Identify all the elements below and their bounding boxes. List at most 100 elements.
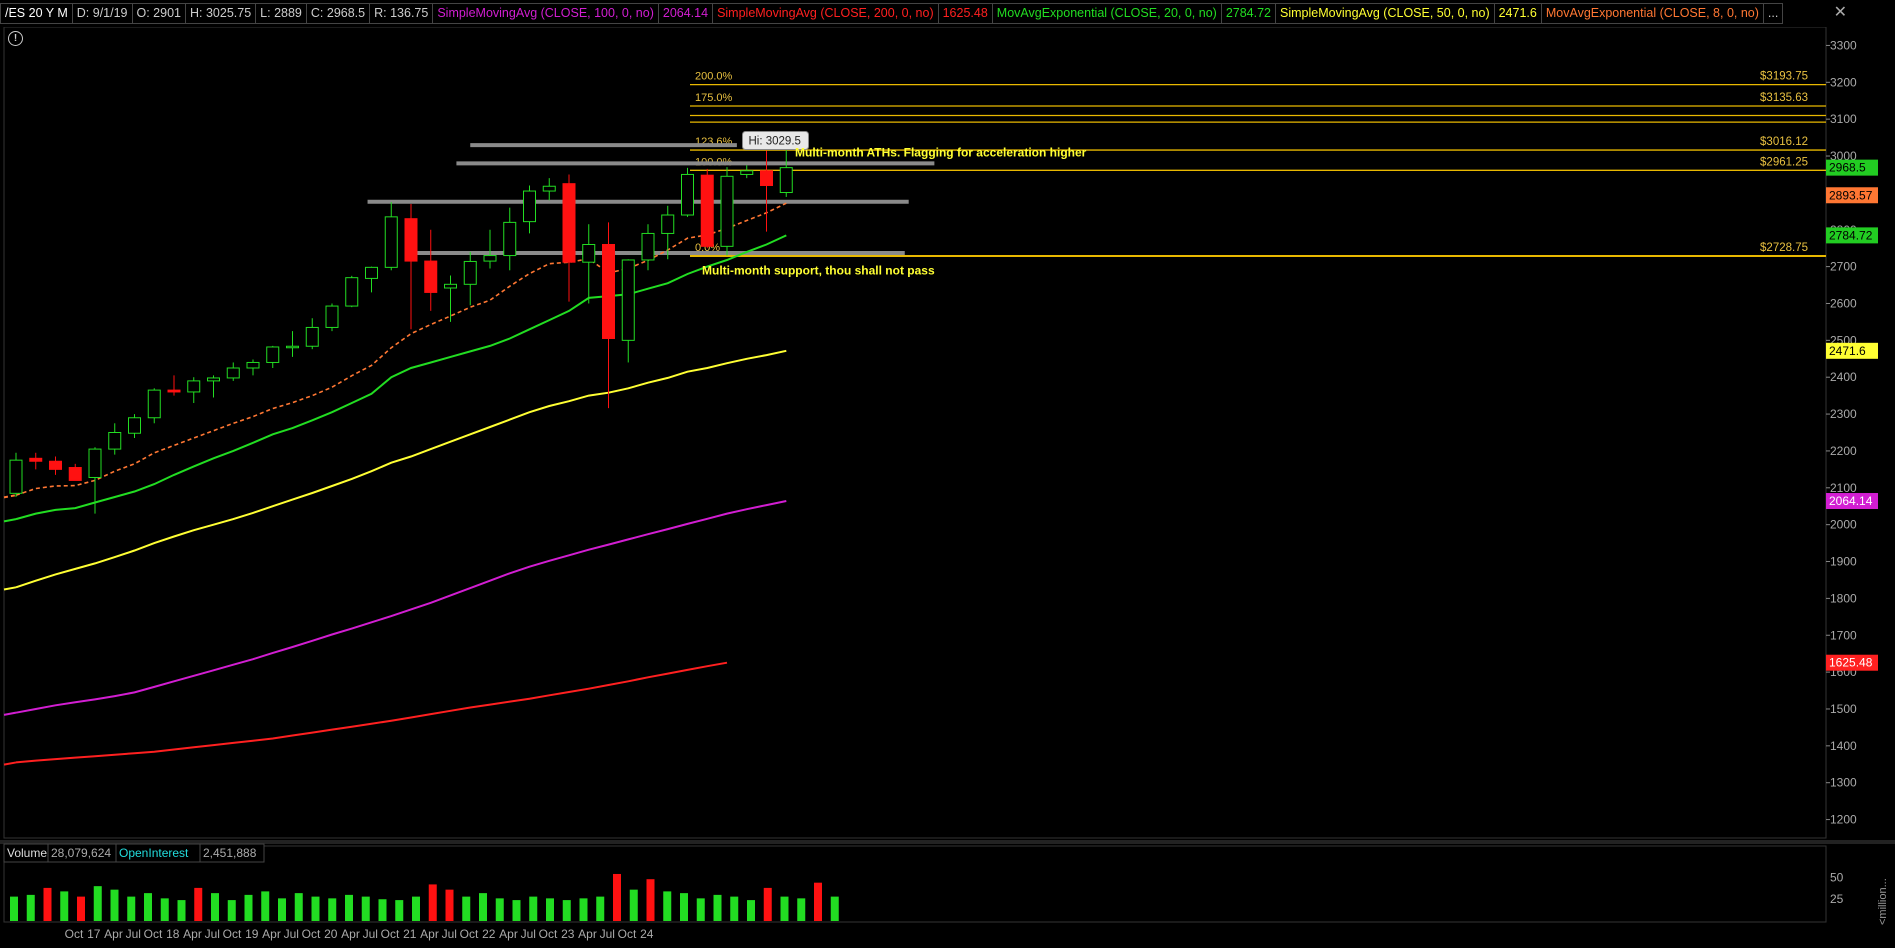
candle-body xyxy=(187,380,201,393)
candle-body xyxy=(108,432,122,450)
candle-body xyxy=(128,417,141,434)
volume-bar xyxy=(797,898,806,921)
volume-bar xyxy=(144,893,152,921)
x-tick-label: Oct xyxy=(460,927,479,941)
volume-header: Volume 28,079,624 OpenInterest 2,451,888 xyxy=(3,843,265,863)
volume-bar xyxy=(629,889,638,921)
price-chart[interactable]: 1200130014001500160017001800190020002100… xyxy=(0,0,1895,948)
volume-bar xyxy=(780,896,789,921)
chart-annotation: Multi-month ATHs. Flagging for accelerat… xyxy=(795,145,1087,159)
volume-bar xyxy=(680,893,688,921)
moving-average-line xyxy=(3,761,17,766)
candle-body xyxy=(305,326,319,347)
volume-bar xyxy=(345,894,353,921)
volume-bar xyxy=(160,898,169,921)
volume-bar xyxy=(60,891,69,921)
candle-body xyxy=(345,277,359,307)
moving-average-line xyxy=(15,349,787,589)
y-tick-label: 2700 xyxy=(1830,260,1857,274)
candle-body xyxy=(562,183,576,263)
volume-bar xyxy=(244,894,253,921)
more-studies[interactable]: ... xyxy=(1762,3,1784,25)
alert-icon[interactable]: ! xyxy=(8,31,23,46)
candle-body xyxy=(483,255,497,262)
candle-body xyxy=(286,345,299,349)
open-interest-label: OpenInterest xyxy=(119,846,189,860)
candle-body xyxy=(9,459,23,494)
study-sma100-label[interactable]: SimpleMovingAvg (CLOSE, 100, 0, no) xyxy=(432,3,659,25)
candle-body xyxy=(88,448,102,478)
candle-body xyxy=(523,190,536,223)
volume-bar xyxy=(713,894,722,921)
y-tick-label: 2200 xyxy=(1830,444,1857,458)
candle-body xyxy=(720,175,734,247)
x-tick-label: Oct xyxy=(65,927,84,941)
volume-bar xyxy=(830,896,839,921)
candle-body xyxy=(463,260,477,285)
volume-bar xyxy=(311,896,320,921)
x-tick-label: 20 xyxy=(324,927,338,941)
y-tick-label: 3300 xyxy=(1830,38,1857,52)
date-label: D: 9/1/19 xyxy=(71,3,133,25)
candle-body xyxy=(246,361,260,369)
x-tick-label: Apr xyxy=(578,927,597,941)
volume-bar xyxy=(663,891,672,921)
hi-tooltip-label: Hi: 3029.5 xyxy=(749,136,801,148)
candle-body xyxy=(68,467,82,481)
y-tick-label: 1700 xyxy=(1830,628,1857,642)
volume-bar xyxy=(479,893,487,921)
x-tick-label: Oct xyxy=(539,927,558,941)
candle-body xyxy=(325,305,339,328)
volume-bar xyxy=(378,899,387,921)
volume-bar xyxy=(412,896,420,921)
moving-average-line xyxy=(3,586,17,591)
candle-body xyxy=(779,167,793,194)
y-tick-label: 1300 xyxy=(1830,776,1857,790)
study-sma50-label[interactable]: SimpleMovingAvg (CLOSE, 50, 0, no) xyxy=(1275,3,1495,25)
candle-body xyxy=(266,346,280,363)
y-tick-label: 2100 xyxy=(1830,481,1857,495)
volume-value: 28,079,624 xyxy=(51,846,111,860)
volume-unit-label: <million... xyxy=(1877,878,1889,925)
volume-bar xyxy=(177,900,186,921)
x-tick-label: 19 xyxy=(245,927,259,941)
candle-body xyxy=(641,232,655,261)
fib-price-label: $2961.25 xyxy=(1760,156,1808,168)
study-ema8-label[interactable]: MovAvgExponential (CLOSE, 8, 0, no) xyxy=(1540,3,1764,25)
price-tag-label: 2784.72 xyxy=(1829,228,1873,242)
study-sma200-label[interactable]: SimpleMovingAvg (CLOSE, 200, 0, no) xyxy=(712,3,939,25)
volume-bar xyxy=(361,896,370,921)
candle-body xyxy=(740,170,754,175)
close-icon[interactable]: ✕ xyxy=(1834,2,1847,22)
price-tag-label: 2893.57 xyxy=(1829,188,1873,202)
x-tick-label: Oct xyxy=(223,927,242,941)
y-tick-label: 1400 xyxy=(1830,739,1857,753)
chart-annotation: Multi-month support, thou shall not pass xyxy=(702,263,935,277)
candle-body xyxy=(147,389,161,419)
candle-body xyxy=(503,221,517,257)
volume-bar xyxy=(646,879,655,921)
x-tick-label: Jul xyxy=(600,927,615,941)
x-axis: Oct 17 Apr Jul Oct 18 Apr Jul Oct 19 Apr Jul Oct 20 Ap… xyxy=(65,927,654,941)
x-tick-label: Apr xyxy=(499,927,518,941)
x-tick-label: 22 xyxy=(482,927,496,941)
y-tick-label: 2400 xyxy=(1830,370,1857,384)
study-ema20-label[interactable]: MovAvgExponential (CLOSE, 20, 0, no) xyxy=(991,3,1222,25)
x-tick-label: Jul xyxy=(442,927,457,941)
candle-body xyxy=(207,377,220,382)
volume-bar xyxy=(227,900,236,921)
volume-bar xyxy=(462,896,471,921)
volume-bar xyxy=(512,900,521,921)
symbol-label[interactable]: /ES 20 Y M xyxy=(0,3,73,25)
open-interest-value: 2,451,888 xyxy=(203,846,257,860)
volume-bar xyxy=(127,896,136,921)
fib-price-label: $3016.12 xyxy=(1760,136,1808,148)
fib-price-label: $3193.75 xyxy=(1760,71,1808,83)
volume-bar xyxy=(495,898,504,921)
volume-label: Volume xyxy=(7,846,47,860)
x-tick-label: Jul xyxy=(363,927,378,941)
volume-bar xyxy=(763,887,772,921)
candle-body xyxy=(424,260,438,293)
y-tick-label: 1900 xyxy=(1830,555,1857,569)
chart-header: /ES 20 Y M D: 9/1/19 O: 2901 H: 3025.75 L: 2… xyxy=(0,0,1895,27)
